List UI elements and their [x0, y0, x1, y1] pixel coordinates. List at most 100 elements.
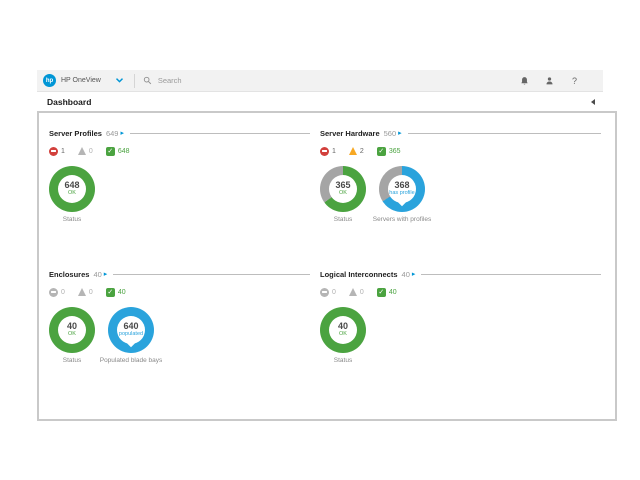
user-icon[interactable]: [545, 76, 554, 85]
status-summary: 0 0 40: [320, 287, 601, 297]
critical-icon: [49, 147, 58, 156]
stat-count: 0: [89, 148, 93, 155]
search-box: [143, 75, 520, 86]
donut-label: Populated blade bays: [100, 357, 163, 364]
critical-stat[interactable]: 0: [49, 288, 65, 297]
search-icon: [143, 76, 152, 85]
stat-count: 40: [389, 289, 397, 296]
stat-count: 365: [389, 148, 401, 155]
warning-stat[interactable]: 0: [78, 288, 93, 296]
donut-value: 648: [64, 181, 79, 190]
donut-label: Status: [334, 216, 352, 223]
page-title: Dashboard: [47, 97, 91, 107]
donut-label: Status: [334, 357, 352, 364]
header-rule: [113, 274, 310, 275]
critical-icon: [320, 147, 329, 156]
warning-icon: [78, 147, 86, 155]
stat-count: 0: [360, 289, 364, 296]
section-count: 649: [106, 129, 119, 138]
screen: hp HP OneView ? Dashboard: [0, 0, 640, 480]
enclosures-link[interactable]: Enclosures 40 ▸: [49, 270, 310, 279]
section-count: 40: [402, 270, 410, 279]
donut-value: 640: [123, 322, 138, 331]
server-hardware-link[interactable]: Server Hardware 560 ▸: [320, 129, 601, 138]
section-title: Server Profiles: [49, 129, 102, 138]
donut-chart: 40 OK: [49, 307, 95, 353]
topbar-actions: ?: [520, 76, 603, 85]
ok-stat[interactable]: 40: [106, 288, 126, 297]
stat-count: 0: [332, 289, 336, 296]
status-summary: 1 0 648: [49, 146, 310, 156]
stat-count: 40: [118, 289, 126, 296]
section-title: Server Hardware: [320, 129, 380, 138]
panel-server-hardware: Server Hardware 560 ▸ 1 2 365: [320, 129, 611, 270]
app-title: HP OneView: [61, 77, 101, 84]
bell-icon[interactable]: [520, 76, 529, 85]
status-donut[interactable]: 648 OK Status: [49, 166, 95, 223]
profiles-donut[interactable]: 368 has profile Servers with profiles: [379, 166, 425, 223]
header-rule: [408, 133, 601, 134]
donut-value: 40: [67, 322, 77, 331]
ok-icon: [106, 288, 115, 297]
stat-count: 2: [360, 148, 364, 155]
donut-chart: 365 OK: [320, 166, 366, 212]
ok-icon: [377, 147, 386, 156]
warning-stat[interactable]: 0: [78, 147, 93, 155]
stat-count: 648: [118, 148, 130, 155]
stat-count: 1: [332, 148, 336, 155]
donut-status: OK: [339, 190, 347, 198]
donut-chart: 368 has profile: [379, 166, 425, 212]
stat-count: 1: [61, 148, 65, 155]
donut-row: 40 OK Status 640 populated Popula: [49, 307, 310, 364]
header-rule: [130, 133, 310, 134]
critical-stat[interactable]: 1: [320, 147, 336, 156]
ok-stat[interactable]: 40: [377, 288, 397, 297]
donut-value: 365: [335, 181, 350, 190]
logical-interconnects-link[interactable]: Logical Interconnects 40 ▸: [320, 270, 601, 279]
section-count: 40: [93, 270, 101, 279]
status-donut[interactable]: 40 OK Status: [320, 307, 366, 364]
donut-status: OK: [339, 331, 347, 339]
ok-stat[interactable]: 365: [377, 147, 401, 156]
stat-count: 0: [89, 289, 93, 296]
donut-status: OK: [68, 190, 76, 198]
search-input[interactable]: [156, 75, 360, 86]
warning-icon: [349, 288, 357, 296]
donut-label: Status: [63, 357, 81, 364]
critical-stat[interactable]: 0: [320, 288, 336, 297]
section-title: Enclosures: [49, 270, 89, 279]
critical-stat[interactable]: 1: [49, 147, 65, 156]
chevron-right-icon: ▸: [398, 130, 402, 137]
warning-icon: [78, 288, 86, 296]
status-summary: 0 0 40: [49, 287, 310, 297]
ok-icon: [377, 288, 386, 297]
server-profiles-link[interactable]: Server Profiles 649 ▸: [49, 129, 310, 138]
dashboard-panel: Server Profiles 649 ▸ 1 0 648: [37, 111, 617, 421]
donut-chart: 40 OK: [320, 307, 366, 353]
chevron-down-icon[interactable]: [115, 77, 124, 84]
donut-row: 365 OK Status 368 has profile Ser: [320, 166, 601, 223]
page-header: Dashboard: [37, 92, 603, 111]
donut-row: 40 OK Status: [320, 307, 601, 364]
collapse-panel-icon[interactable]: [591, 99, 595, 105]
warning-stat[interactable]: 0: [349, 288, 364, 296]
status-donut[interactable]: 365 OK Status: [320, 166, 366, 223]
donut-row: 648 OK Status: [49, 166, 310, 223]
donut-chart: 648 OK: [49, 166, 95, 212]
critical-icon: [49, 288, 58, 297]
panel-server-profiles: Server Profiles 649 ▸ 1 0 648: [49, 129, 320, 270]
donut-status: has profile: [389, 190, 414, 198]
topbar-divider: [134, 74, 135, 88]
status-donut[interactable]: 40 OK Status: [49, 307, 95, 364]
help-icon[interactable]: ?: [570, 76, 579, 85]
donut-chart: 640 populated: [108, 307, 154, 353]
warning-stat[interactable]: 2: [349, 147, 364, 155]
blade-bays-donut[interactable]: 640 populated Populated blade bays: [108, 307, 154, 364]
chevron-right-icon: ▸: [412, 271, 416, 278]
ok-icon: [106, 147, 115, 156]
donut-value: 368: [394, 181, 409, 190]
hp-logo-icon[interactable]: hp: [43, 74, 56, 87]
section-count: 560: [384, 129, 397, 138]
ok-stat[interactable]: 648: [106, 147, 130, 156]
warning-icon: [349, 147, 357, 155]
